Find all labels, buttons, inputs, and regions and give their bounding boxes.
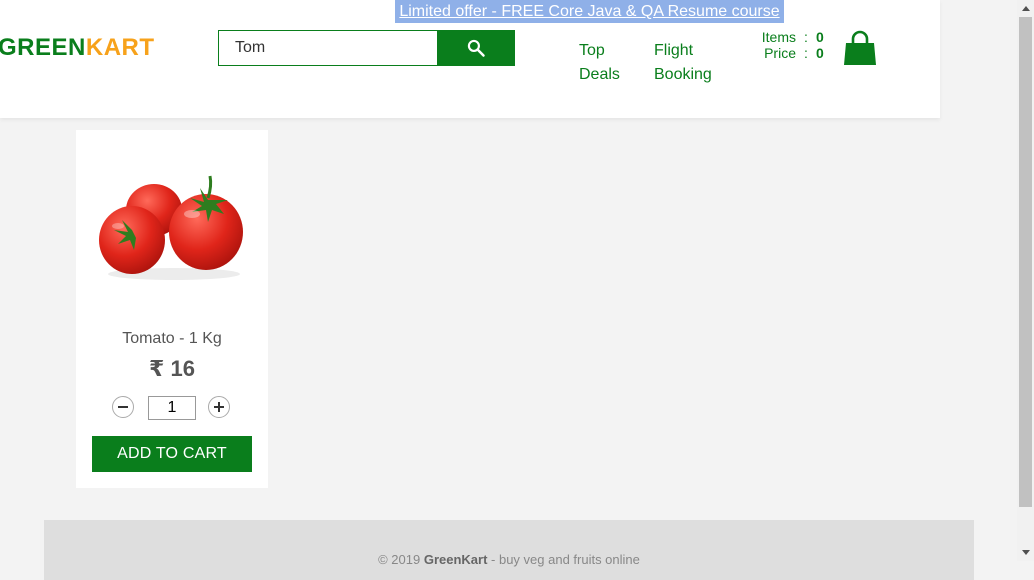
cart-button[interactable] bbox=[843, 30, 877, 71]
scroll-down-arrow[interactable] bbox=[1017, 544, 1034, 561]
minus-icon bbox=[118, 406, 128, 408]
nav-flight-booking[interactable]: Flight Booking bbox=[654, 39, 712, 87]
search-button[interactable] bbox=[437, 30, 515, 66]
scroll-up-arrow[interactable] bbox=[1017, 0, 1034, 17]
quantity-input[interactable] bbox=[148, 396, 196, 420]
nav-top-deals[interactable]: Top Deals bbox=[579, 39, 620, 87]
cart-price-separator: : bbox=[804, 45, 808, 61]
cart-items-count: 0 bbox=[816, 29, 824, 45]
nav-flight-booking-line2: Booking bbox=[654, 66, 712, 83]
plus-icon bbox=[214, 402, 224, 412]
search-input[interactable] bbox=[218, 30, 437, 66]
logo[interactable]: GREENKART bbox=[0, 34, 155, 62]
nav-top-deals-line1: Top bbox=[579, 42, 605, 59]
search-icon bbox=[467, 39, 485, 57]
add-to-cart-button[interactable]: ADD TO CART bbox=[92, 436, 252, 472]
footer-text: © 2019 GreenKart - buy veg and fruits on… bbox=[44, 552, 974, 567]
promo-link[interactable]: Limited offer - FREE Core Java & QA Resu… bbox=[395, 0, 784, 23]
product-name: Tomato - 1 Kg bbox=[122, 330, 222, 347]
product-card: Tomato - 1 Kg ₹ 16 ADD TO CART bbox=[76, 130, 268, 488]
logo-green-text: GREEN bbox=[0, 34, 86, 61]
product-price: ₹ 16 bbox=[149, 356, 195, 381]
quantity-stepper bbox=[112, 396, 232, 420]
footer: © 2019 GreenKart - buy veg and fruits on… bbox=[44, 520, 974, 580]
decrement-button[interactable] bbox=[112, 396, 134, 418]
cart-items-label: Items bbox=[761, 29, 796, 45]
nav-flight-booking-line1: Flight bbox=[654, 42, 694, 59]
header: Limited offer - FREE Core Java & QA Resu… bbox=[0, 0, 940, 118]
tomato-image bbox=[99, 175, 243, 280]
shopping-bag-icon bbox=[844, 30, 876, 65]
footer-brand: GreenKart bbox=[423, 552, 488, 567]
vertical-scrollbar[interactable] bbox=[1017, 0, 1034, 561]
logo-kart-text: KART bbox=[85, 34, 155, 61]
cart-price-value: 0 bbox=[816, 45, 824, 61]
cart-price-label: Price bbox=[764, 45, 796, 61]
nav-top-deals-line2: Deals bbox=[579, 66, 620, 83]
scroll-thumb[interactable] bbox=[1019, 17, 1032, 507]
cart-items-separator: : bbox=[804, 29, 808, 45]
footer-tagline: - buy veg and fruits online bbox=[487, 552, 640, 567]
increment-button[interactable] bbox=[208, 396, 230, 418]
caret-up-icon bbox=[1021, 6, 1030, 11]
caret-down-icon bbox=[1021, 550, 1030, 555]
footer-copyright: © 2019 bbox=[378, 552, 424, 567]
